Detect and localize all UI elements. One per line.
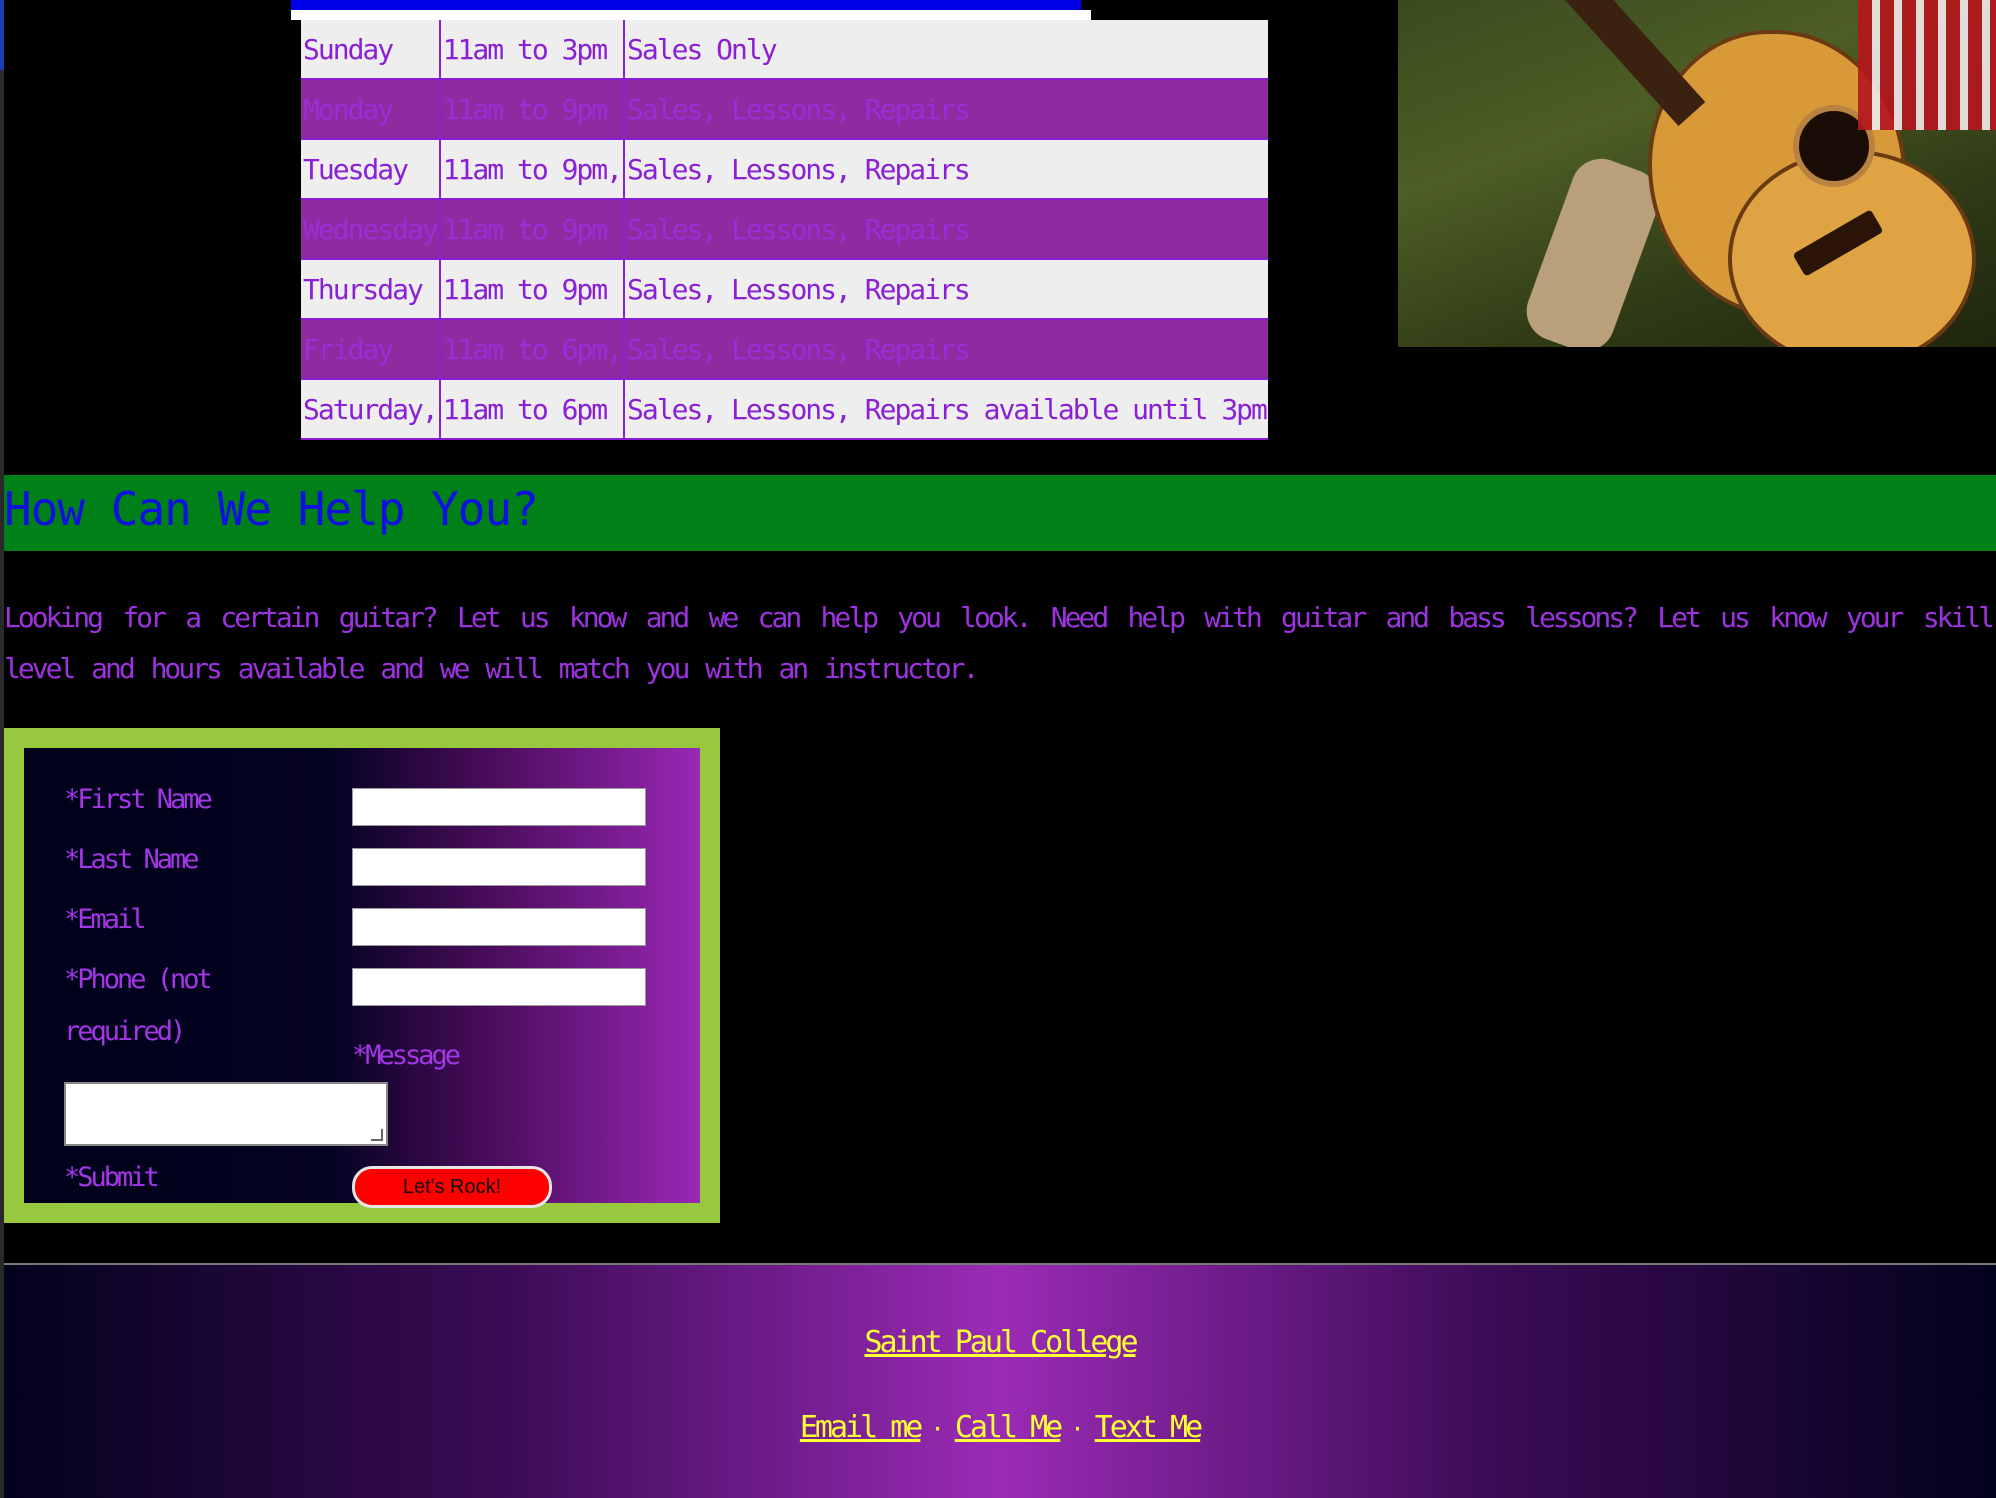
text-me-link[interactable]: Text Me [1095, 1410, 1203, 1445]
message-textarea[interactable] [64, 1082, 388, 1146]
contact-form: *First Name *Last Name *Email *Phone (no… [24, 748, 700, 1208]
separator: · [930, 1415, 945, 1443]
photo-leg-shape [1518, 150, 1668, 347]
email-field[interactable] [352, 908, 646, 946]
email-label: *Email [64, 904, 147, 935]
hours-day: Friday [301, 319, 441, 379]
hours-table: Sunday 11am to 3pm Sales Only Monday 11am to… [301, 20, 1268, 440]
last-name-field[interactable] [352, 848, 646, 886]
hours-row: Saturday, 11am to 6pm Sales, Lessons, Repa… [301, 379, 1268, 439]
first-name-label: *First Name [64, 784, 213, 815]
hours-time: 11am to 3pm [439, 20, 626, 79]
resize-grip-icon[interactable] [371, 1129, 383, 1141]
hours-row: Wednesday 11am to 9pm Sales, Lessons, Repa… [301, 199, 1268, 259]
hours-time: 11am to 9pm, [439, 139, 626, 199]
hours-time: 11am to 9pm [439, 199, 626, 259]
hours-row: Friday 11am to 6pm, Sales, Lessons, Repair… [301, 319, 1268, 379]
hours-services: Sales, Lessons, Repairs [624, 319, 1268, 379]
hours-row: Tuesday 11am to 9pm, Sales, Lessons, Repai… [301, 139, 1268, 199]
hours-time: 11am to 6pm, [439, 319, 626, 379]
last-name-label: *Last Name [64, 844, 200, 875]
phone-label: *Phone (not required) [64, 964, 213, 1047]
hours-divider [291, 10, 1091, 20]
hours-services: Sales Only [624, 20, 1268, 79]
email-me-link[interactable]: Email me [800, 1410, 923, 1445]
hours-day: Saturday, [301, 379, 441, 439]
hours-services: Sales, Lessons, Repairs [624, 259, 1268, 319]
submit-label: *Submit [64, 1162, 160, 1193]
hours-services: Sales, Lessons, Repairs [624, 139, 1268, 199]
hours-row: Monday 11am to 9pm Sales, Lessons, Repairs [301, 79, 1268, 139]
hours-day: Thursday [301, 259, 441, 319]
saint-paul-college-link[interactable]: Saint Paul College [864, 1325, 1138, 1360]
hours-row: Sunday 11am to 3pm Sales Only [301, 20, 1268, 79]
window-frame-accent [0, 0, 4, 70]
hours-row: Thursday 11am to 9pm Sales, Lessons, Repai… [301, 259, 1268, 319]
hours-time: 11am to 9pm [439, 79, 626, 139]
first-name-field[interactable] [352, 788, 646, 826]
separator: · [1070, 1415, 1085, 1443]
hours-day: Wednesday [301, 199, 441, 259]
hours-services: Sales, Lessons, Repairs [624, 79, 1268, 139]
help-heading: How Can We Help You? [4, 482, 539, 536]
hours-services: Sales, Lessons, Repairs available until … [624, 379, 1268, 439]
message-label: *Message [352, 1040, 461, 1071]
contact-form-frame: *First Name *Last Name *Email *Phone (no… [4, 728, 720, 1223]
hours-time: 11am to 6pm [439, 379, 626, 439]
footer-contacts: Email me · Call Me · Text Me [4, 1410, 1996, 1445]
phone-field[interactable] [352, 968, 646, 1006]
photo-plaid-sleeve [1858, 0, 1996, 130]
photo-guitar-neck [1538, 0, 1706, 127]
footer-college: Saint Paul College [4, 1325, 1996, 1360]
guitar-photo [1398, 0, 1996, 347]
hours-time: 11am to 9pm [439, 259, 626, 319]
hours-day: Tuesday [301, 139, 441, 199]
help-description: Looking for a certain guitar? Let us kno… [4, 601, 1995, 685]
hours-day: Sunday [301, 20, 441, 79]
call-me-link[interactable]: Call Me [955, 1410, 1063, 1445]
hours-header-bar [291, 0, 1081, 10]
lets-rock-button[interactable]: Let's Rock! [352, 1166, 552, 1208]
footer: Saint Paul College Email me · Call Me · Text… [4, 1265, 1996, 1498]
hours-day: Monday [301, 79, 441, 139]
hours-services: Sales, Lessons, Repairs [624, 199, 1268, 259]
